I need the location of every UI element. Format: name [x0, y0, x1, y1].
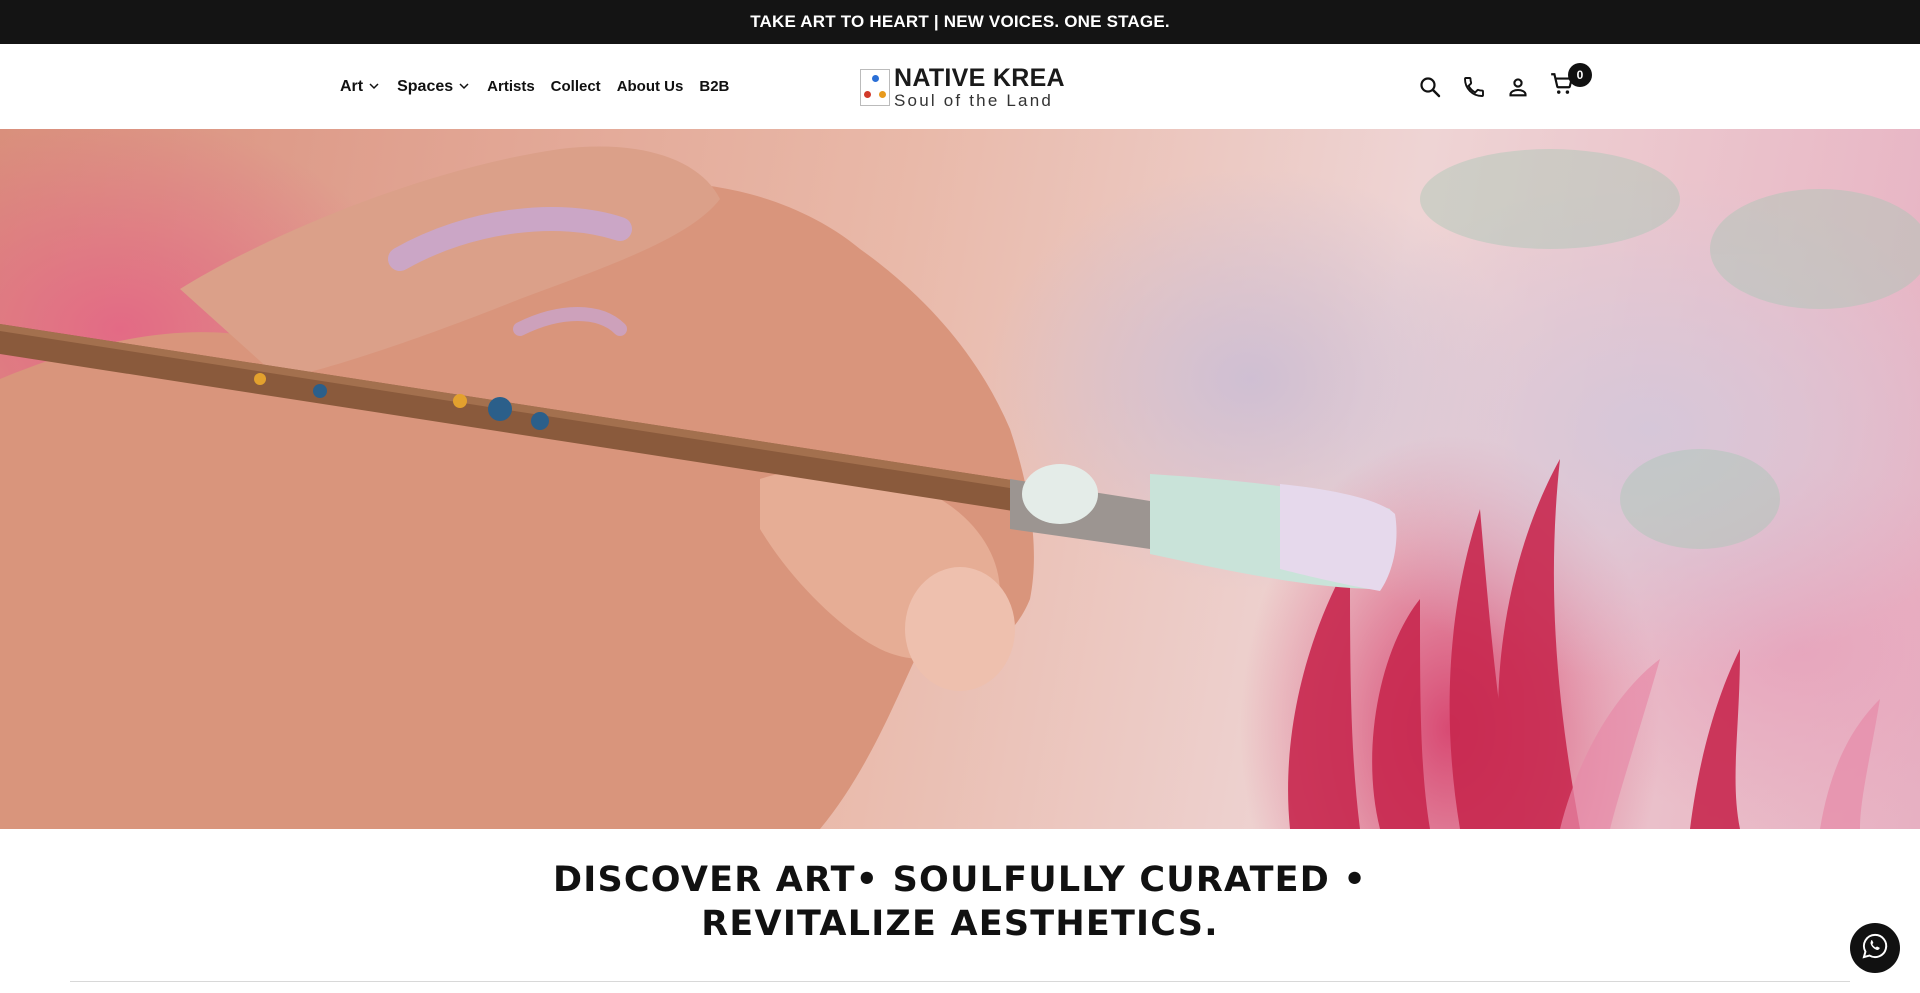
site-logo[interactable]: NATIVE KREA Soul of the Land — [860, 66, 1065, 109]
nav-item-label: Spaces — [397, 77, 454, 95]
chevron-down-icon — [459, 83, 469, 90]
hand-painting-illustration — [0, 146, 1920, 829]
main-nav: Art Spaces Artists Collect About Us B2B — [340, 44, 745, 129]
section-divider — [70, 981, 1850, 982]
nav-item-label: Art — [340, 77, 364, 95]
header-icons: 0 — [1408, 44, 1592, 129]
announcement-bar: TAKE ART TO HEART | NEW VOICES. ONE STAG… — [0, 0, 1920, 44]
nav-item-label: B2B — [699, 78, 730, 95]
nav-item-b2b[interactable]: B2B — [699, 78, 729, 95]
cart-count-badge: 0 — [1568, 62, 1592, 87]
tagline-line-2: REVITALIZE AESTHETICS. — [701, 904, 1219, 944]
search-icon[interactable] — [1408, 65, 1452, 109]
hero-tagline: DISCOVER ART• SOULFULLY CURATED • REVITA… — [0, 858, 1920, 946]
site-header: Art Spaces Artists Collect About Us B2B — [0, 44, 1920, 129]
nav-item-about-us[interactable]: About Us — [617, 78, 684, 95]
account-icon[interactable] — [1496, 65, 1540, 109]
nav-item-spaces[interactable]: Spaces — [397, 78, 469, 96]
whatsapp-chat-button[interactable] — [1850, 923, 1900, 973]
whatsapp-icon — [1861, 932, 1889, 965]
logo-mark-icon — [860, 69, 890, 106]
nav-item-art[interactable]: Art — [340, 78, 379, 96]
nav-item-label: About Us — [616, 78, 684, 95]
hero-image — [0, 129, 1920, 829]
nav-item-label: Collect — [550, 78, 601, 95]
nav-item-artists[interactable]: Artists — [487, 78, 535, 95]
phone-icon[interactable] — [1452, 65, 1496, 109]
nav-item-collect[interactable]: Collect — [551, 78, 601, 95]
nav-item-label: Artists — [487, 78, 535, 95]
cart-button[interactable]: 0 — [1540, 62, 1592, 109]
logo-title: NATIVE KREA — [894, 64, 1065, 92]
logo-subtitle: Soul of the Land — [894, 91, 1054, 110]
announcement-text: TAKE ART TO HEART | NEW VOICES. ONE STAG… — [750, 12, 1170, 31]
tagline-line-1: DISCOVER ART• SOULFULLY CURATED • — [553, 860, 1367, 900]
chevron-down-icon — [369, 83, 379, 90]
